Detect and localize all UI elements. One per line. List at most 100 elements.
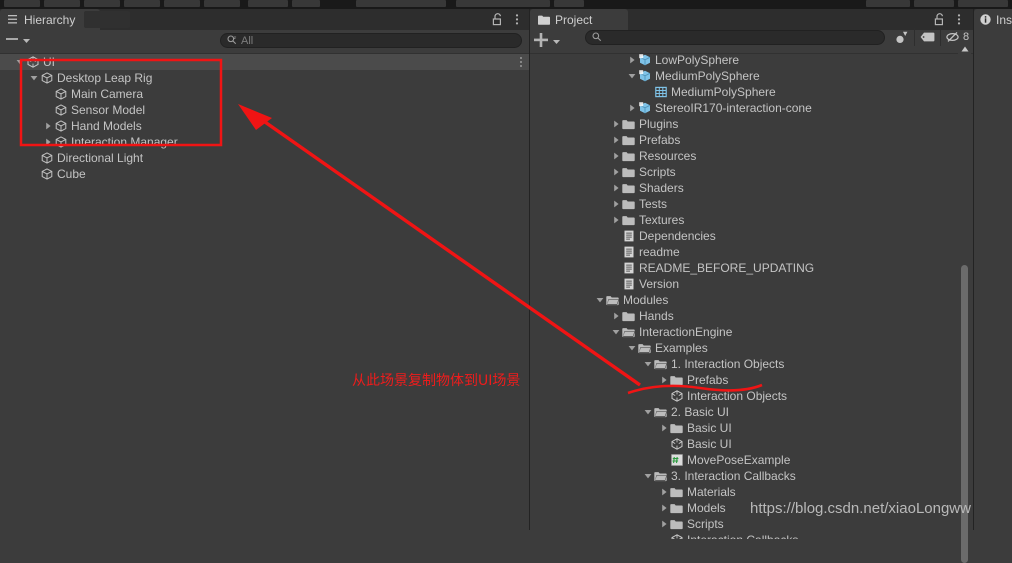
- kebab-menu-icon[interactable]: [953, 13, 965, 27]
- triangle-right-icon[interactable]: [42, 134, 53, 150]
- tree-row[interactable]: Main Camera: [0, 86, 529, 102]
- tree-row[interactable]: Interaction Callbacks: [578, 532, 960, 539]
- saved-search-icon[interactable]: 8: [941, 28, 974, 46]
- tree-row[interactable]: Resources: [578, 148, 960, 164]
- tree-row[interactable]: Textures: [578, 212, 960, 228]
- triangle-down-icon[interactable]: [594, 292, 605, 308]
- tree-row[interactable]: InteractionEngine: [578, 324, 960, 340]
- tree-row[interactable]: Interaction Objects: [578, 388, 960, 404]
- tab-inspector[interactable]: Ins: [974, 9, 1012, 30]
- hierarchy-tree[interactable]: UI Desktop Leap Rig Main Camera Sensor Mode…: [0, 54, 529, 530]
- toolbar-button-transform[interactable]: [204, 0, 240, 7]
- toolbar-button-cloud[interactable]: [554, 0, 584, 7]
- hierarchy-create-button[interactable]: [6, 33, 31, 48]
- triangle-right-icon[interactable]: [658, 500, 669, 516]
- tree-row[interactable]: MediumPolySphere: [578, 84, 960, 100]
- toolbar-button-pivot[interactable]: [248, 0, 288, 7]
- project-create-button[interactable]: [534, 33, 561, 50]
- toolbar-button-collab[interactable]: [456, 0, 550, 7]
- toolbar-button-rect[interactable]: [164, 0, 200, 7]
- tree-row[interactable]: Tests: [578, 196, 960, 212]
- tree-row[interactable]: StereoIR170-interaction-cone: [578, 100, 960, 116]
- toolbar-button-center[interactable]: [292, 0, 320, 7]
- tree-row[interactable]: Modules: [578, 292, 960, 308]
- toolbar-button-layers[interactable]: [914, 0, 954, 7]
- tree-row[interactable]: Plugins: [578, 116, 960, 132]
- toolbar-button-scale[interactable]: [124, 0, 160, 7]
- tree-row[interactable]: Basic UI: [578, 436, 960, 452]
- triangle-right-icon[interactable]: [658, 372, 669, 388]
- triangle-right-icon[interactable]: [610, 164, 621, 180]
- triangle-down-icon[interactable]: [626, 68, 637, 84]
- tree-row[interactable]: Materials: [578, 484, 960, 500]
- tree-row[interactable]: Cube: [0, 166, 529, 182]
- tree-row[interactable]: 3. Interaction Callbacks: [578, 468, 960, 484]
- triangle-down-icon[interactable]: [642, 468, 653, 484]
- triangle-right-icon[interactable]: [610, 180, 621, 196]
- lock-open-icon[interactable]: [491, 13, 503, 27]
- triangle-right-icon[interactable]: [610, 212, 621, 228]
- tree-row[interactable]: Sensor Model: [0, 102, 529, 118]
- tree-row[interactable]: Prefabs: [578, 132, 960, 148]
- tree-row[interactable]: Examples: [578, 340, 960, 356]
- folder-closed-icon: [669, 420, 684, 436]
- triangle-right-icon[interactable]: [658, 420, 669, 436]
- triangle-right-icon[interactable]: [610, 148, 621, 164]
- panel-divider-hierarchy-project[interactable]: [529, 9, 530, 530]
- project-scrollbar[interactable]: [958, 43, 971, 563]
- filter-by-label-icon[interactable]: [915, 28, 941, 46]
- tree-row[interactable]: 2. Basic UI: [578, 404, 960, 420]
- toolbar-button-rotate[interactable]: [84, 0, 120, 7]
- tree-row[interactable]: README_BEFORE_UPDATING: [578, 260, 960, 276]
- tree-row[interactable]: Prefabs: [578, 372, 960, 388]
- tree-row[interactable]: readme: [578, 244, 960, 260]
- tree-row[interactable]: 1. Interaction Objects: [578, 356, 960, 372]
- tree-row[interactable]: MediumPolySphere: [578, 68, 960, 84]
- tree-row[interactable]: Desktop Leap Rig: [0, 70, 529, 86]
- triangle-right-icon[interactable]: [626, 100, 637, 116]
- hierarchy-search-input[interactable]: All: [220, 33, 522, 48]
- triangle-right-icon[interactable]: [658, 484, 669, 500]
- tree-row[interactable]: Shaders: [578, 180, 960, 196]
- triangle-down-icon[interactable]: [626, 340, 637, 356]
- hierarchy-tab-placeholder[interactable]: [84, 11, 130, 28]
- triangle-down-icon[interactable]: [642, 404, 653, 420]
- triangle-down-icon[interactable]: [642, 356, 653, 372]
- triangle-right-icon[interactable]: [610, 116, 621, 132]
- tree-row[interactable]: Version: [578, 276, 960, 292]
- triangle-down-icon[interactable]: [28, 70, 39, 86]
- tree-row[interactable]: Basic UI: [578, 420, 960, 436]
- panel-divider-project-inspector[interactable]: [973, 9, 974, 530]
- triangle-down-icon[interactable]: [610, 324, 621, 340]
- toolbar-button-layout[interactable]: [958, 0, 1008, 7]
- kebab-menu-icon[interactable]: [511, 13, 523, 27]
- project-tree[interactable]: LowPolySphere MediumPolySphere MediumPolyS…: [578, 52, 960, 539]
- triangle-right-icon[interactable]: [610, 196, 621, 212]
- triangle-right-icon[interactable]: [626, 52, 637, 68]
- project-search-field[interactable]: [585, 30, 885, 45]
- tree-row[interactable]: LowPolySphere: [578, 52, 960, 68]
- text-file-icon: [621, 228, 636, 244]
- toolbar-button-account[interactable]: [866, 0, 910, 7]
- filter-by-type-icon[interactable]: [889, 28, 915, 46]
- tree-row[interactable]: MovePoseExample: [578, 452, 960, 468]
- tree-row[interactable]: UI: [0, 54, 529, 70]
- tree-row[interactable]: Hands: [578, 308, 960, 324]
- triangle-right-icon[interactable]: [610, 132, 621, 148]
- tree-row[interactable]: Directional Light: [0, 150, 529, 166]
- tree-row[interactable]: Hand Models: [0, 118, 529, 134]
- triangle-down-icon[interactable]: [14, 54, 25, 70]
- lock-open-icon[interactable]: [933, 13, 945, 27]
- triangle-right-icon[interactable]: [42, 118, 53, 134]
- toolbar-button-play-group[interactable]: [356, 0, 446, 7]
- triangle-right-icon[interactable]: [610, 308, 621, 324]
- tab-project[interactable]: Project: [530, 9, 628, 30]
- tree-row[interactable]: Dependencies: [578, 228, 960, 244]
- toolbar-button-hand[interactable]: [4, 0, 40, 7]
- tree-row[interactable]: Scripts: [578, 164, 960, 180]
- kebab-menu-icon[interactable]: [519, 54, 523, 70]
- project-scrollbar-thumb[interactable]: [961, 265, 968, 563]
- toolbar-button-move[interactable]: [44, 0, 80, 7]
- hierarchy-icon: [8, 14, 19, 25]
- tree-row[interactable]: Interaction Manager: [0, 134, 529, 150]
